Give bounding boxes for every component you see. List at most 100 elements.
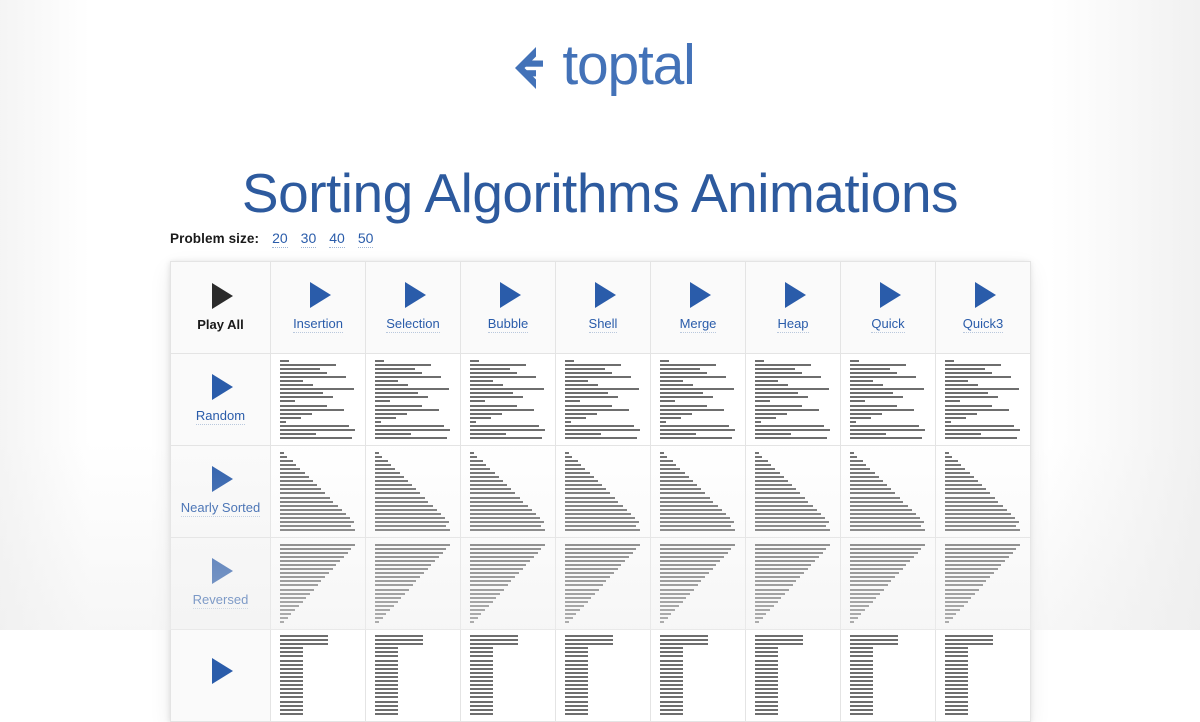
array-bar — [660, 592, 690, 595]
nearly-sorted-merge-chart[interactable] — [651, 446, 745, 537]
reversed-insertion-chart[interactable] — [271, 538, 365, 629]
array-bar — [280, 612, 292, 615]
reversed-merge-cell[interactable] — [650, 537, 746, 630]
reversed-quick3-chart[interactable] — [936, 538, 1030, 629]
play-all-button[interactable]: Play All — [171, 262, 270, 353]
reversed-bubble-chart[interactable] — [461, 538, 555, 629]
random-insertion-chart[interactable] — [271, 354, 365, 445]
reversed-bubble-cell[interactable] — [460, 537, 556, 630]
random-insertion-cell[interactable] — [270, 353, 366, 446]
algorithm-shell-button[interactable]: Shell — [556, 270, 650, 345]
row-quick-cell[interactable] — [840, 629, 936, 722]
row-selection-chart[interactable] — [367, 631, 460, 721]
reversed-selection-chart[interactable] — [366, 538, 460, 629]
row-selection-cell[interactable] — [365, 629, 461, 722]
nearly-sorted-bubble-chart[interactable] — [461, 446, 555, 537]
row-insertion-cell[interactable] — [270, 629, 366, 722]
reversed-heap-chart[interactable] — [746, 538, 840, 629]
reversed-quick3-cell[interactable] — [935, 537, 1031, 630]
reversed-heap-cell[interactable] — [745, 537, 841, 630]
algorithm-quick3-cell[interactable]: Quick3 — [935, 261, 1031, 354]
algorithm-selection-button[interactable]: Selection — [366, 270, 460, 345]
algorithm-insertion-cell[interactable]: Insertion — [270, 261, 366, 354]
problem-size-30[interactable]: 30 — [300, 230, 317, 248]
row-bubble-chart[interactable] — [462, 631, 555, 721]
random-shell-cell[interactable] — [555, 353, 651, 446]
dataset-row-button[interactable] — [172, 631, 270, 721]
site-logo[interactable]: toptal — [0, 36, 1200, 96]
reversed-shell-chart[interactable] — [556, 538, 650, 629]
reversed-shell-cell[interactable] — [555, 537, 651, 630]
nearly-sorted-insertion-cell[interactable] — [270, 445, 366, 538]
random-quick-chart[interactable] — [841, 354, 935, 445]
random-bubble-chart[interactable] — [461, 354, 555, 445]
row-quick3-chart[interactable] — [937, 631, 1030, 721]
nearly-sorted-quick-chart[interactable] — [841, 446, 935, 537]
algorithm-bubble-cell[interactable]: Bubble — [460, 261, 556, 354]
row-insertion-chart[interactable] — [272, 631, 365, 721]
row-shell-chart[interactable] — [557, 631, 650, 721]
nearly-sorted-shell-chart[interactable] — [556, 446, 650, 537]
dataset-row-cell[interactable] — [170, 629, 271, 722]
problem-size-50[interactable]: 50 — [357, 230, 374, 248]
algorithm-insertion-button[interactable]: Insertion — [271, 270, 365, 345]
dataset-reversed-cell[interactable]: Reversed — [170, 537, 271, 630]
row-bubble-cell[interactable] — [460, 629, 556, 722]
algorithm-quick-button[interactable]: Quick — [841, 270, 935, 345]
reversed-selection-cell[interactable] — [365, 537, 461, 630]
nearly-sorted-quick3-cell[interactable] — [935, 445, 1031, 538]
row-merge-cell[interactable] — [650, 629, 746, 722]
row-heap-cell[interactable] — [745, 629, 841, 722]
random-selection-cell[interactable] — [365, 353, 461, 446]
array-bar — [565, 484, 602, 487]
row-merge-chart[interactable] — [652, 631, 745, 721]
row-quick-chart[interactable] — [842, 631, 935, 721]
dataset-reversed-button[interactable]: Reversed — [171, 538, 270, 629]
nearly-sorted-selection-cell[interactable] — [365, 445, 461, 538]
array-bar — [755, 384, 788, 387]
dataset-nearly-sorted-cell[interactable]: Nearly Sorted — [170, 445, 271, 538]
random-heap-cell[interactable] — [745, 353, 841, 446]
nearly-sorted-shell-cell[interactable] — [555, 445, 651, 538]
random-merge-chart[interactable] — [651, 354, 745, 445]
random-shell-chart[interactable] — [556, 354, 650, 445]
algorithm-shell-cell[interactable]: Shell — [555, 261, 651, 354]
random-heap-chart[interactable] — [746, 354, 840, 445]
algorithm-bubble-button[interactable]: Bubble — [461, 270, 555, 345]
row-heap-chart[interactable] — [747, 631, 840, 721]
random-quick3-chart[interactable] — [936, 354, 1030, 445]
play-all-cell[interactable]: Play All — [170, 261, 271, 354]
dataset-random-cell[interactable]: Random — [170, 353, 271, 446]
nearly-sorted-merge-cell[interactable] — [650, 445, 746, 538]
algorithm-merge-button[interactable]: Merge — [651, 270, 745, 345]
row-shell-cell[interactable] — [555, 629, 651, 722]
algorithm-quick3-button[interactable]: Quick3 — [936, 270, 1030, 345]
random-bubble-cell[interactable] — [460, 353, 556, 446]
random-quick3-cell[interactable] — [935, 353, 1031, 446]
dataset-random-button[interactable]: Random — [171, 354, 270, 445]
algorithm-quick-cell[interactable]: Quick — [840, 261, 936, 354]
reversed-merge-chart[interactable] — [651, 538, 745, 629]
nearly-sorted-selection-chart[interactable] — [366, 446, 460, 537]
nearly-sorted-quick-cell[interactable] — [840, 445, 936, 538]
algorithm-heap-button[interactable]: Heap — [746, 270, 840, 345]
algorithm-selection-cell[interactable]: Selection — [365, 261, 461, 354]
array-bar — [470, 472, 495, 475]
reversed-quick-cell[interactable] — [840, 537, 936, 630]
algorithm-heap-cell[interactable]: Heap — [745, 261, 841, 354]
row-quick3-cell[interactable] — [935, 629, 1031, 722]
reversed-quick-chart[interactable] — [841, 538, 935, 629]
nearly-sorted-heap-chart[interactable] — [746, 446, 840, 537]
reversed-insertion-cell[interactable] — [270, 537, 366, 630]
problem-size-40[interactable]: 40 — [329, 230, 345, 248]
dataset-nearly-sorted-button[interactable]: Nearly Sorted — [171, 446, 270, 537]
random-merge-cell[interactable] — [650, 353, 746, 446]
algorithm-merge-cell[interactable]: Merge — [650, 261, 746, 354]
random-quick-cell[interactable] — [840, 353, 936, 446]
nearly-sorted-insertion-chart[interactable] — [271, 446, 365, 537]
nearly-sorted-bubble-cell[interactable] — [460, 445, 556, 538]
nearly-sorted-quick3-chart[interactable] — [936, 446, 1030, 537]
random-selection-chart[interactable] — [366, 354, 460, 445]
nearly-sorted-heap-cell[interactable] — [745, 445, 841, 538]
problem-size-20[interactable]: 20 — [272, 230, 288, 248]
